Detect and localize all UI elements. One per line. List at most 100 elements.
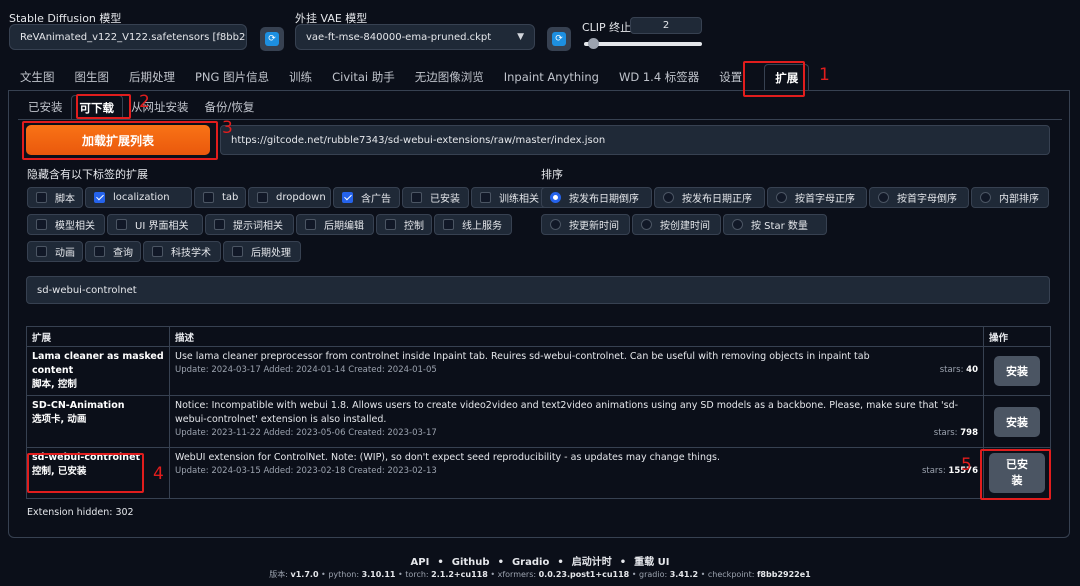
footer-link[interactable]: Github [452,557,490,568]
radio-icon [732,219,743,230]
checkbox-icon [232,246,243,257]
tag-filter-1-5[interactable]: 线上服务 [434,214,512,235]
version-key: xformers: [497,570,539,579]
tab-0[interactable]: 文生图 [10,64,65,90]
subtab-2[interactable]: 从网址安装 [123,95,197,119]
clip-skip-slider-handle[interactable] [588,38,600,49]
footer-separator: • [437,557,444,568]
tab-3[interactable]: PNG 图片信息 [185,64,279,90]
tab-5[interactable]: Civitai 助手 [322,64,405,90]
footer-link[interactable]: 启动计时 [572,557,612,568]
tag-filter-1-3[interactable]: 后期编辑 [296,214,374,235]
version-value: v1.7.0 [290,570,319,579]
tag-filter-1-2[interactable]: 提示词相关 [205,214,294,235]
sort-option-0-3[interactable]: 按首字母倒序 [869,187,969,208]
clip-skip-number-input[interactable]: 2 [630,17,702,34]
extension-meta: Update: 2024-03-17 Added: 2024-01-14 Cre… [175,365,978,375]
sort-option-0-4[interactable]: 内部排序 [971,187,1049,208]
refresh-vae-button[interactable]: ⟳ [547,27,571,51]
tag-filter-0-1[interactable]: localization [85,187,192,208]
footer-separator: • [629,570,640,579]
option-label: 后期编辑 [324,221,364,232]
sort-option-1-1[interactable]: 按创建时间 [632,214,721,235]
extension-name-link[interactable]: SD-CN-Animation [32,399,164,413]
subtab-3[interactable]: 备份/恢复 [197,95,263,119]
option-label: 脚本 [55,194,75,205]
tag-filter-0-4[interactable]: 含广告 [333,187,400,208]
option-label: 查询 [113,248,133,259]
option-label: dropdown [276,192,326,203]
tab-7[interactable]: Inpaint Anything [494,64,609,90]
version-value: f8bb2922e1 [756,570,811,579]
refresh-sd-model-button[interactable]: ⟳ [260,27,284,51]
description-cell: Notice: Incompatible with webui 1.8. All… [169,395,984,448]
extension-name-link[interactable]: Lama cleaner as masked content [32,350,164,378]
footer-link[interactable]: 重载 UI [634,557,669,568]
tag-filter-0-5[interactable]: 已安装 [402,187,469,208]
extension-dates: Update: 2024-03-17 Added: 2024-01-14 Cre… [175,365,437,375]
annotation-number-5: 5 [961,455,972,475]
version-value: 2.1.2+cu118 [431,570,488,579]
tab-1[interactable]: 图生图 [65,64,120,90]
extension-cell: Lama cleaner as masked content 脚本, 控制 [26,346,170,396]
extensions-table: 扩展 描述 操作 Lama cleaner as masked content 脚… [26,326,1051,499]
footer-link[interactable]: Gradio [512,557,549,568]
tag-filter-1-4[interactable]: 控制 [376,214,432,235]
option-label: 已安装 [430,194,460,205]
tag-filter-2-2[interactable]: 科技学术 [143,241,221,262]
sort-label: 排序 [541,168,563,181]
checkbox-icon [257,192,268,203]
tag-filter-0-6[interactable]: 训练相关 [471,187,549,208]
footer-link[interactable]: API [411,557,430,568]
footer-separator: • [497,557,504,568]
sort-option-1-2[interactable]: 按 Star 数量 [723,214,827,235]
sort-option-0-0[interactable]: 按发布日期倒序 [541,187,652,208]
tag-filter-1-0[interactable]: 模型相关 [27,214,105,235]
search-input[interactable]: sd-webui-controlnet [26,276,1050,304]
extension-meta: Update: 2023-11-22 Added: 2023-05-06 Cre… [175,428,978,438]
vae-dropdown[interactable]: vae-ft-mse-840000-ema-pruned.ckpt ▼ [295,24,535,50]
option-label: 含广告 [361,194,391,205]
tab-8[interactable]: WD 1.4 标签器 [609,64,709,90]
option-label: 线上服务 [462,221,502,232]
version-key: 版本: [269,570,291,579]
sort-option-0-1[interactable]: 按发布日期正序 [654,187,765,208]
option-label: 按 Star 数量 [751,221,808,232]
tag-filter-2-3[interactable]: 后期处理 [223,241,301,262]
install-button[interactable]: 安装 [994,406,1040,437]
column-header-extension: 扩展 [26,326,170,347]
vae-value: vae-ft-mse-840000-ema-pruned.ckpt [306,31,492,43]
tag-filter-0-2[interactable]: tab [194,187,246,208]
tab-4[interactable]: 训练 [279,64,322,90]
stars-label: stars: [921,466,949,476]
description-cell: WebUI extension for ControlNet. Note: (W… [169,447,984,499]
tag-filter-0-3[interactable]: dropdown [248,187,331,208]
tag-filter-1-1[interactable]: UI 界面相关 [107,214,203,235]
tab-6[interactable]: 无边图像浏览 [405,64,494,90]
refresh-icon: ⟳ [265,32,279,46]
sort-option-1-0[interactable]: 按更新时间 [541,214,630,235]
footer-separator: • [395,570,406,579]
subtab-0[interactable]: 已安装 [20,95,71,119]
option-label: 内部排序 [999,194,1039,205]
footer-links: API • Github • Gradio • 启动计时 • 重载 UI [0,553,1080,568]
option-label: 按发布日期倒序 [569,194,639,205]
install-button[interactable]: 安装 [994,356,1040,386]
tag-filter-2-0[interactable]: 动画 [27,241,83,262]
extension-description: WebUI extension for ControlNet. Note: (W… [175,452,720,463]
sort-option-0-2[interactable]: 按首字母正序 [767,187,867,208]
checkbox-icon [443,219,454,230]
option-label: 科技学术 [171,248,211,259]
version-key: torch: [405,570,432,579]
annotation-number-3: 3 [222,118,233,138]
tab-2[interactable]: 后期处理 [119,64,185,90]
footer-separator: • [619,557,627,568]
sd-model-dropdown[interactable]: ReVAnimated_v122_V122.safetensors [f8bb2… [9,24,247,50]
checkbox-icon [152,246,163,257]
index-url-input[interactable]: https://gitcode.net/rubble7343/sd-webui-… [220,125,1050,155]
extension-description: Notice: Incompatible with webui 1.8. All… [175,400,959,425]
clip-skip-slider[interactable] [584,42,702,46]
tag-filter-0-0[interactable]: 脚本 [27,187,83,208]
tag-filter-2-1[interactable]: 查询 [85,241,141,262]
extension-tags: 脚本, 控制 [32,379,77,390]
